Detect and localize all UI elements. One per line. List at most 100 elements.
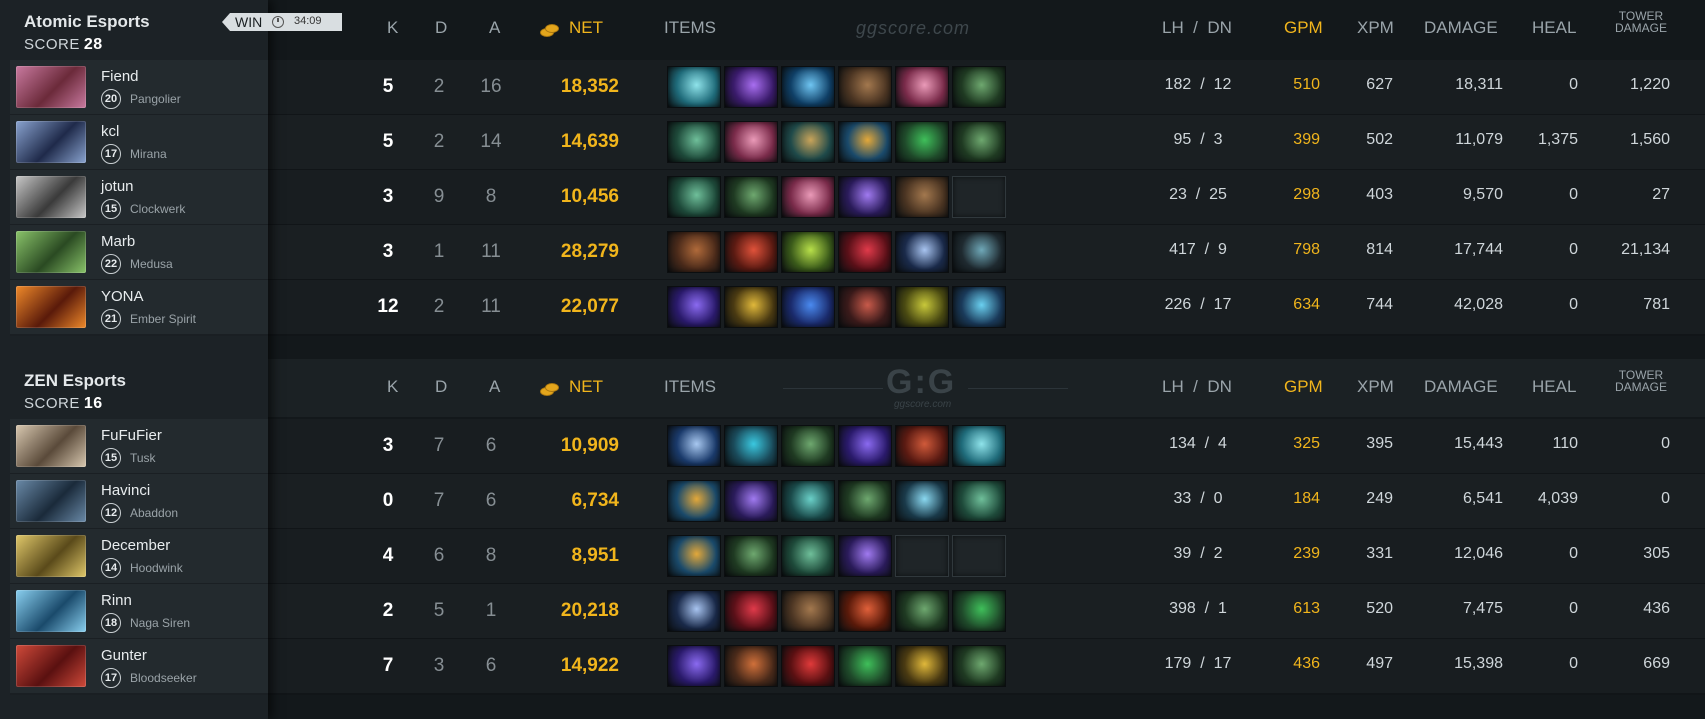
item-slots xyxy=(667,645,1087,687)
header-xpm: XPM xyxy=(1357,377,1394,396)
item-icon[interactable] xyxy=(895,231,949,273)
item-icon[interactable] xyxy=(667,231,721,273)
player-card[interactable]: Gunter 17 Bloodseeker xyxy=(10,639,268,695)
player-name[interactable]: December xyxy=(101,537,170,554)
player-card[interactable]: Marb 22 Medusa xyxy=(10,225,268,281)
item-icon[interactable] xyxy=(781,535,835,577)
item-icon[interactable] xyxy=(724,590,778,632)
item-icon[interactable] xyxy=(724,121,778,163)
item-icon[interactable] xyxy=(895,286,949,328)
item-icon[interactable] xyxy=(667,121,721,163)
hero-name: Clockwerk xyxy=(130,202,186,216)
player-name[interactable]: Rinn xyxy=(101,592,132,609)
player-card[interactable]: Havinci 12 Abaddon xyxy=(10,474,268,530)
item-icon[interactable] xyxy=(838,535,892,577)
item-icon[interactable] xyxy=(895,66,949,108)
item-icon[interactable] xyxy=(838,480,892,522)
item-icon[interactable] xyxy=(781,231,835,273)
player-name[interactable]: Havinci xyxy=(101,482,150,499)
item-icon[interactable] xyxy=(724,425,778,467)
header-tower-damage-line2: DAMAGE xyxy=(1614,380,1667,394)
item-icon[interactable] xyxy=(724,645,778,687)
item-icon[interactable] xyxy=(952,231,1006,273)
item-icon[interactable] xyxy=(895,121,949,163)
deaths-value: 7 xyxy=(433,435,445,456)
item-icon[interactable] xyxy=(838,176,892,218)
item-icon[interactable] xyxy=(952,286,1006,328)
item-icon[interactable] xyxy=(781,66,835,108)
item-icon[interactable] xyxy=(838,425,892,467)
item-icon[interactable] xyxy=(952,425,1006,467)
item-icon[interactable] xyxy=(838,645,892,687)
player-name[interactable]: FuFuFier xyxy=(101,427,162,444)
hero-portrait xyxy=(16,231,86,273)
item-icon[interactable] xyxy=(724,231,778,273)
tower-damage-value: 1,220 xyxy=(1629,76,1670,93)
separator: / xyxy=(1191,296,1214,313)
player-card[interactable]: FuFuFier 15 Tusk xyxy=(10,419,268,475)
item-icon[interactable] xyxy=(838,231,892,273)
item-icon[interactable] xyxy=(667,176,721,218)
separator: / xyxy=(1195,600,1219,617)
item-icon[interactable] xyxy=(952,66,1006,108)
ggscore-logo-sub: ggscore.com xyxy=(894,399,952,410)
player-name[interactable]: Marb xyxy=(101,233,135,250)
player-card[interactable]: Fiend 20 Pangolier xyxy=(10,60,268,116)
item-icon[interactable] xyxy=(724,286,778,328)
item-icon[interactable] xyxy=(952,480,1006,522)
gpm-value: 399 xyxy=(1293,131,1320,148)
denies: 25 xyxy=(1209,186,1227,203)
item-icon[interactable] xyxy=(895,425,949,467)
item-icon[interactable] xyxy=(838,286,892,328)
item-icon[interactable] xyxy=(781,121,835,163)
last-hits: 39 xyxy=(1173,545,1192,562)
player-card[interactable]: YONA 21 Ember Spirit xyxy=(10,280,268,336)
item-icon[interactable] xyxy=(838,66,892,108)
item-icon[interactable] xyxy=(724,535,778,577)
item-icon[interactable] xyxy=(895,590,949,632)
hero-level-badge: 14 xyxy=(101,558,121,578)
item-icon[interactable] xyxy=(952,645,1006,687)
header-xpm: XPM xyxy=(1357,18,1394,37)
hero-level-badge: 20 xyxy=(101,89,121,109)
player-name[interactable]: YONA xyxy=(101,288,144,305)
tower-damage-value: 781 xyxy=(1643,296,1670,313)
assists-value: 8 xyxy=(485,186,497,207)
player-card[interactable]: December 14 Hoodwink xyxy=(10,529,268,585)
item-icon[interactable] xyxy=(667,535,721,577)
item-icon[interactable] xyxy=(952,121,1006,163)
item-icon[interactable] xyxy=(724,480,778,522)
item-icon[interactable] xyxy=(781,176,835,218)
item-icon[interactable] xyxy=(724,176,778,218)
item-icon[interactable] xyxy=(895,645,949,687)
item-icon[interactable] xyxy=(895,480,949,522)
header-deaths: D xyxy=(435,18,448,37)
item-icon[interactable] xyxy=(781,590,835,632)
player-card[interactable]: kcl 17 Mirana xyxy=(10,115,268,171)
item-icon[interactable] xyxy=(667,645,721,687)
item-icon[interactable] xyxy=(781,480,835,522)
deaths-value: 2 xyxy=(433,131,445,152)
player-name[interactable]: Gunter xyxy=(101,647,147,664)
item-icon[interactable] xyxy=(952,590,1006,632)
item-icon[interactable] xyxy=(667,425,721,467)
player-card[interactable]: jotun 15 Clockwerk xyxy=(10,170,268,226)
score-value: 16 xyxy=(83,395,103,412)
item-icon[interactable] xyxy=(781,645,835,687)
item-icon[interactable] xyxy=(781,286,835,328)
item-icon[interactable] xyxy=(838,590,892,632)
item-icon[interactable] xyxy=(667,286,721,328)
item-icon[interactable] xyxy=(667,590,721,632)
item-icon[interactable] xyxy=(724,66,778,108)
player-name[interactable]: Fiend xyxy=(101,68,139,85)
item-icon[interactable] xyxy=(895,176,949,218)
header-assists: A xyxy=(489,377,501,396)
item-icon[interactable] xyxy=(838,121,892,163)
player-name[interactable]: kcl xyxy=(101,123,119,140)
item-icon[interactable] xyxy=(781,425,835,467)
header-last-hits-denies: LH / DN xyxy=(1162,18,1232,37)
player-name[interactable]: jotun xyxy=(101,178,134,195)
item-icon[interactable] xyxy=(667,480,721,522)
player-card[interactable]: Rinn 18 Naga Siren xyxy=(10,584,268,640)
item-icon[interactable] xyxy=(667,66,721,108)
